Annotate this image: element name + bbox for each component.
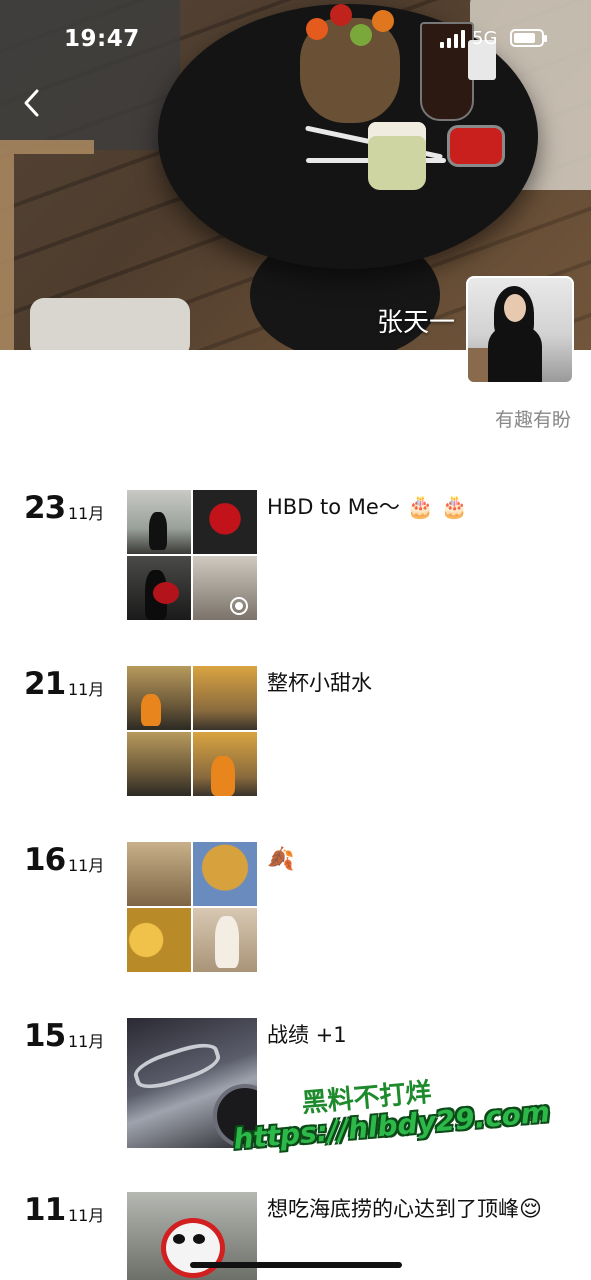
post-photo-grid[interactable] <box>127 666 257 796</box>
photo-thumbnail[interactable] <box>127 490 191 554</box>
cover-snack <box>450 128 502 164</box>
post-day: 16 <box>24 842 66 878</box>
post-month: 11月 <box>68 504 105 523</box>
post-caption: 🍂 <box>267 842 557 877</box>
fallen-leaf-emoji: 🍂 <box>267 847 295 872</box>
cover-fruit <box>330 4 352 26</box>
post-caption: 整杯小甜水 <box>267 671 372 695</box>
post-day: 11 <box>24 1192 66 1228</box>
cover-fruit <box>350 24 372 46</box>
caption-text: HBD to Me～ <box>267 495 400 519</box>
post-photo-grid[interactable] <box>127 842 257 972</box>
cover-fruit <box>372 10 394 32</box>
post-caption: 想吃海底捞的心达到了顶峰😌 <box>267 1192 552 1227</box>
post-photo-grid[interactable] <box>127 490 257 620</box>
post-month: 11月 <box>68 1206 105 1225</box>
relieved-face-emoji: 😌 <box>519 1197 542 1222</box>
cover-latte-cup <box>368 122 426 190</box>
profile-signature: 有趣有盼 <box>494 409 571 431</box>
profile-name: 张天一 <box>376 308 455 338</box>
home-indicator[interactable] <box>190 1262 402 1268</box>
post-day: 21 <box>24 666 66 702</box>
photo-thumbnail[interactable] <box>193 490 257 554</box>
photo-thumbnail[interactable] <box>127 908 191 972</box>
cellular-signal-icon <box>440 30 466 48</box>
photo-thumbnail[interactable] <box>193 732 257 796</box>
post-month: 11月 <box>68 856 105 875</box>
post-caption: HBD to Me～ 🎂 🎂 <box>267 490 557 525</box>
battery-icon <box>510 29 547 47</box>
cover-cushion <box>30 298 190 350</box>
status-time: 19:47 <box>64 26 140 52</box>
photo-thumbnail[interactable] <box>193 842 257 906</box>
post-day: 15 <box>24 1018 66 1054</box>
photo-thumbnail[interactable] <box>127 842 191 906</box>
chevron-left-icon <box>24 89 39 117</box>
photo-thumbnail[interactable] <box>193 666 257 730</box>
post-day: 23 <box>24 490 66 526</box>
photo-thumbnail[interactable] <box>127 666 191 730</box>
caption-text: 想吃海底捞的心达到了顶峰 <box>267 1197 519 1221</box>
photo-thumbnail[interactable] <box>193 556 257 620</box>
post-month: 11月 <box>68 1032 105 1051</box>
photo-thumbnail[interactable] <box>127 732 191 796</box>
post-month: 11月 <box>68 680 105 699</box>
avatar[interactable] <box>466 276 574 384</box>
post-caption: 战绩 +1 <box>267 1023 347 1047</box>
cover-sofa <box>0 0 180 150</box>
network-type: 5G <box>472 28 498 49</box>
photo-thumbnail[interactable] <box>193 908 257 972</box>
back-button[interactable] <box>22 88 52 122</box>
cake-emoji: 🎂 🎂 <box>406 495 469 520</box>
cover-fruit <box>306 18 328 40</box>
photo-thumbnail[interactable] <box>127 556 191 620</box>
video-play-icon <box>230 597 248 615</box>
